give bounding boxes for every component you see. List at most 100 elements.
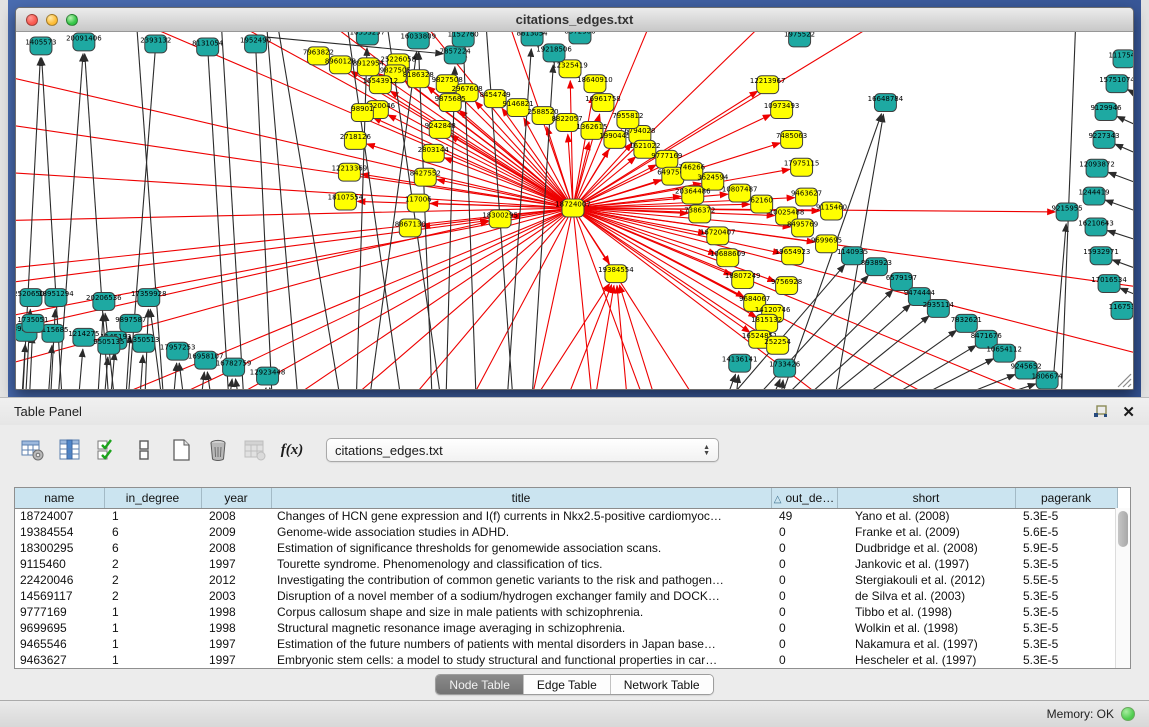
table-row[interactable]: 1456911722003Disruption of a novel membe… bbox=[15, 588, 1117, 604]
table-cell[interactable]: Hescheler et al. (1997) bbox=[837, 652, 1015, 668]
graph-node[interactable]: 8572306 bbox=[564, 32, 595, 44]
column-header-title[interactable]: title bbox=[271, 488, 771, 508]
graph-node[interactable]: 8427552 bbox=[410, 168, 441, 186]
table-cell[interactable]: Franke et al. (2009) bbox=[837, 524, 1015, 540]
table-cell[interactable]: Estimation of significance thresholds fo… bbox=[271, 540, 771, 556]
table-cell[interactable]: 0 bbox=[771, 588, 837, 604]
table-row[interactable]: 977716911998Corpus callosum shape and si… bbox=[15, 604, 1117, 620]
tab-edge-table[interactable]: Edge Table bbox=[523, 675, 610, 694]
table-cell[interactable]: 22420046 bbox=[15, 572, 104, 588]
table-cell[interactable]: Genome-wide association studies in ADHD. bbox=[271, 524, 771, 540]
graph-node[interactable]: 8938923 bbox=[861, 258, 892, 276]
function-builder-icon[interactable]: f(x) bbox=[279, 437, 305, 463]
table-cell[interactable]: Corpus callosum shape and size in male p… bbox=[271, 604, 771, 620]
table-cell[interactable]: 2009 bbox=[201, 524, 271, 540]
table-cell[interactable]: 6 bbox=[104, 524, 201, 540]
graph-node[interactable]: 8131054 bbox=[192, 38, 224, 56]
table-cell[interactable]: 2003 bbox=[201, 588, 271, 604]
table-cell[interactable]: 0 bbox=[771, 556, 837, 572]
column-header-pagerank[interactable]: pagerank bbox=[1015, 488, 1117, 508]
table-cell[interactable]: Embryonic stem cells: a model to study s… bbox=[271, 652, 771, 668]
show-columns-icon[interactable] bbox=[57, 437, 83, 463]
table-row[interactable]: 1938455462009Genome-wide association stu… bbox=[15, 524, 1117, 540]
table-cell[interactable]: 9465546 bbox=[15, 636, 104, 652]
delete-table-icon[interactable] bbox=[205, 437, 231, 463]
graph-node[interactable]: 1815132 bbox=[751, 314, 782, 332]
table-cell[interactable]: 5.3E-5 bbox=[1015, 508, 1117, 524]
graph-node[interactable]: 15751074 bbox=[1099, 75, 1133, 93]
graph-node[interactable]: 252254 bbox=[764, 336, 791, 354]
table-cell[interactable]: 1 bbox=[104, 620, 201, 636]
graph-node[interactable]: 19654923 bbox=[775, 247, 811, 265]
graph-node[interactable]: 17975115 bbox=[784, 158, 820, 176]
graph-node[interactable]: 1405573 bbox=[25, 37, 56, 55]
graph-node[interactable]: 98901 bbox=[351, 104, 373, 122]
table-row[interactable]: 2242004622012Investigating the contribut… bbox=[15, 572, 1117, 588]
table-cell[interactable]: 5.6E-5 bbox=[1015, 524, 1117, 540]
graph-node[interactable]: 9215955 bbox=[1052, 203, 1083, 221]
table-panel-titlebar[interactable]: Table Panel ✕ bbox=[0, 398, 1149, 425]
graph-nodes[interactable]: 1872400718300295193845547963822896012889… bbox=[16, 32, 1133, 389]
table-cell[interactable]: 19384554 bbox=[15, 524, 104, 540]
table-cell[interactable]: 14569117 bbox=[15, 588, 104, 604]
new-table-icon[interactable] bbox=[168, 437, 194, 463]
column-header-year[interactable]: year bbox=[201, 488, 271, 508]
graph-node[interactable]: 7955812 bbox=[612, 111, 643, 129]
table-cell[interactable]: Changes of HCN gene expression and I(f) … bbox=[271, 508, 771, 524]
table-cell[interactable]: 2 bbox=[104, 556, 201, 572]
graph-node[interactable]: 9505135 bbox=[93, 336, 124, 354]
table-cell[interactable]: 0 bbox=[771, 620, 837, 636]
graph-node[interactable]: 2803144 bbox=[418, 144, 450, 162]
table-settings-icon[interactable] bbox=[20, 437, 46, 463]
table-cell[interactable]: 0 bbox=[771, 604, 837, 620]
graph-node[interactable]: 16033809 bbox=[401, 32, 437, 49]
graph-node[interactable]: 12213369 bbox=[332, 163, 368, 181]
table-row[interactable]: 1830029562008Estimation of significance … bbox=[15, 540, 1117, 556]
table-cell[interactable]: 5.9E-5 bbox=[1015, 540, 1117, 556]
table-cell[interactable]: 5.3E-5 bbox=[1015, 604, 1117, 620]
graph-node[interactable]: 18107554 bbox=[328, 192, 364, 210]
table-cell[interactable]: 2008 bbox=[201, 508, 271, 524]
unselect-rows-icon[interactable] bbox=[131, 437, 157, 463]
table-row[interactable]: 946554611997Estimation of the future num… bbox=[15, 636, 1117, 652]
graph-node[interactable]: 9875685 bbox=[435, 94, 466, 112]
graph-node[interactable]: 1733426 bbox=[769, 359, 800, 377]
graph-node[interactable]: 12923448 bbox=[250, 367, 286, 385]
network-graph-area[interactable]: 1872400718300295193845547963822896012889… bbox=[16, 32, 1133, 389]
table-cell[interactable]: 5.3E-5 bbox=[1015, 588, 1117, 604]
graph-node[interactable]: 18640910 bbox=[577, 75, 613, 93]
graph-node[interactable]: 2393132 bbox=[140, 35, 171, 53]
table-cell[interactable]: 2008 bbox=[201, 540, 271, 556]
float-window-icon[interactable] bbox=[1093, 405, 1108, 419]
table-row[interactable]: 969969511998Structural magnetic resonanc… bbox=[15, 620, 1117, 636]
table-cell[interactable]: Estimation of the future numbers of pati… bbox=[271, 636, 771, 652]
table-cell[interactable]: Tourette syndrome. Phenomenology and cla… bbox=[271, 556, 771, 572]
table-cell[interactable]: Stergiakouli et al. (2012) bbox=[837, 572, 1015, 588]
graph-node[interactable]: 1952490 bbox=[240, 35, 271, 53]
table-cell[interactable]: Structural magnetic resonance image aver… bbox=[271, 620, 771, 636]
table-cell[interactable]: 18724007 bbox=[15, 508, 104, 524]
graph-node[interactable]: 17359928 bbox=[131, 289, 167, 307]
graph-node[interactable]: 16782759 bbox=[216, 358, 252, 376]
table-cell[interactable]: 1998 bbox=[201, 604, 271, 620]
table-cell[interactable]: 9115460 bbox=[15, 556, 104, 572]
table-cell[interactable]: 1997 bbox=[201, 636, 271, 652]
graph-node[interactable]: 18951294 bbox=[38, 289, 74, 307]
table-row[interactable]: 911546021997Tourette syndrome. Phenomeno… bbox=[15, 556, 1117, 572]
graph-node[interactable]: 19218506 bbox=[536, 44, 572, 62]
tab-network-table[interactable]: Network Table bbox=[610, 675, 713, 694]
table-cell[interactable]: 6 bbox=[104, 540, 201, 556]
network-window-titlebar[interactable]: citations_edges.txt bbox=[16, 8, 1133, 32]
close-panel-icon[interactable]: ✕ bbox=[1122, 403, 1135, 421]
table-cell[interactable]: 5.3E-5 bbox=[1015, 556, 1117, 572]
table-cell[interactable]: 0 bbox=[771, 524, 837, 540]
graph-node[interactable]: 16543912 bbox=[363, 76, 399, 94]
table-cell[interactable]: 5.5E-5 bbox=[1015, 572, 1117, 588]
table-cell[interactable]: 1997 bbox=[201, 556, 271, 572]
graph-node[interactable]: 1975522 bbox=[784, 32, 815, 47]
graph-node[interactable]: 8867130 bbox=[395, 219, 426, 237]
graph-node[interactable]: 7386372 bbox=[684, 205, 715, 223]
table-cell[interactable]: 0 bbox=[771, 652, 837, 668]
graph-node[interactable]: 9897587 bbox=[115, 314, 146, 332]
graph-node[interactable]: 20091406 bbox=[66, 33, 102, 51]
